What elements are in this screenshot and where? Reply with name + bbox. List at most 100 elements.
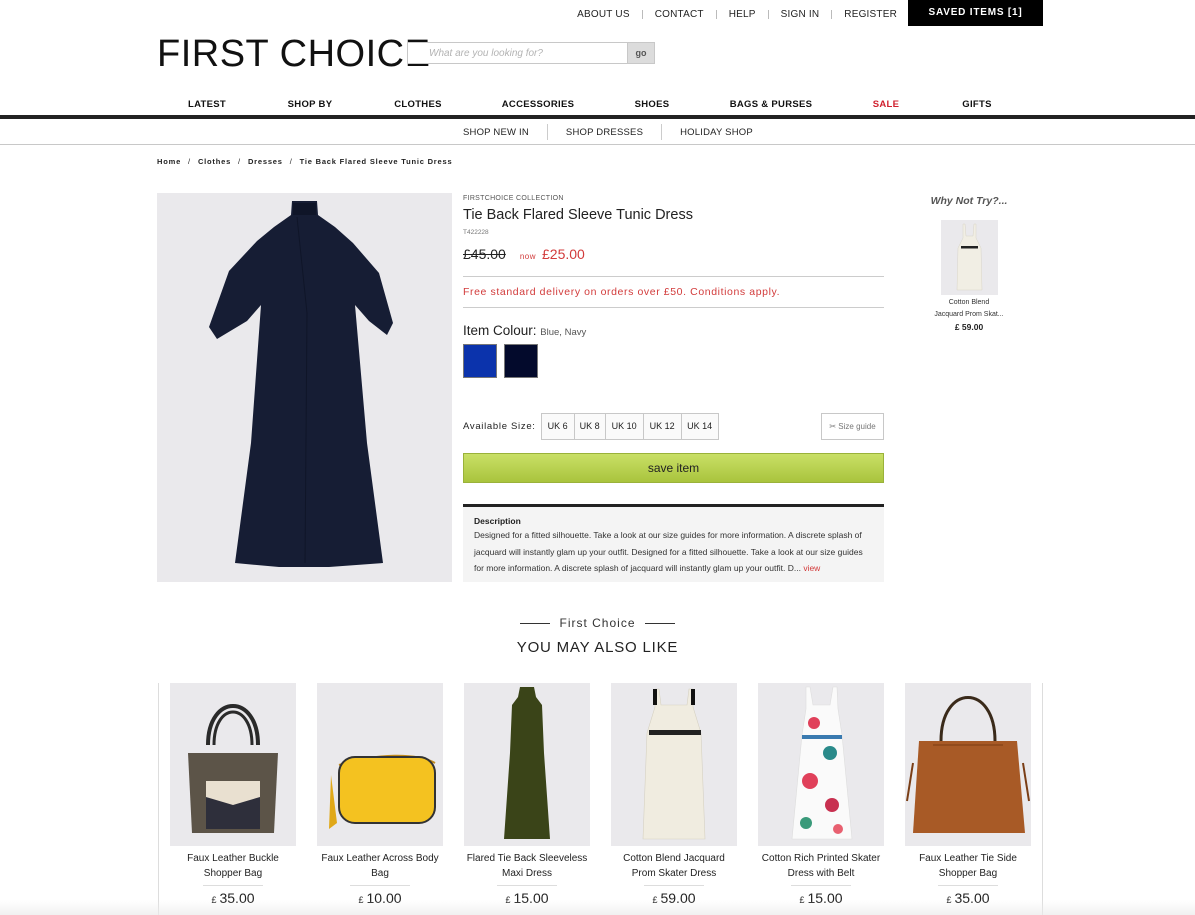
decorative-line <box>520 623 551 625</box>
why-not-try-name[interactable]: Cotton Blend Jacquard Prom Skat... <box>915 297 1023 321</box>
saved-items-button[interactable]: SAVED ITEMS [1] <box>908 0 1043 26</box>
product-sku: T422228 <box>463 229 489 236</box>
delivery-message[interactable]: Free standard delivery on orders over £5… <box>463 277 884 307</box>
size-uk-6[interactable]: UK 6 <box>540 413 575 440</box>
product-card-name: Faux Leather Across Body Bag <box>321 853 439 879</box>
why-not-try: Why Not Try?... Cotton Blend Jacquard Pr… <box>915 195 1023 332</box>
ruler-icon: ✂ <box>829 422 837 431</box>
why-not-try-price: £ 59.00 <box>954 322 984 332</box>
breadcrumb-separator: / <box>188 157 191 166</box>
now-label: now <box>519 252 537 261</box>
sign-in-link[interactable]: SIGN IN <box>781 9 820 20</box>
why-not-try-heading: Why Not Try?... <box>930 195 1008 207</box>
divider <box>644 885 704 886</box>
divider <box>715 10 717 19</box>
swatch-navy[interactable] <box>504 344 538 378</box>
divider <box>831 10 833 19</box>
subnav-shop-dresses[interactable]: SHOP DRESSES <box>548 127 661 138</box>
product-card-image <box>464 683 590 846</box>
divider <box>497 885 557 886</box>
product-card-name: Flared Tie Back Sleeveless Maxi Dress <box>466 853 588 879</box>
product-card-image <box>317 683 443 846</box>
size-uk-8[interactable]: UK 8 <box>573 413 606 440</box>
description-view-link[interactable]: view <box>803 563 820 573</box>
product-card[interactable]: Faux Leather Across Body Bag £10.00 <box>317 683 443 906</box>
search-input[interactable] <box>407 42 628 64</box>
size-row: Available Size: UK 6 UK 8 UK 10 UK 12 UK… <box>463 413 884 440</box>
colour-swatches <box>463 344 884 378</box>
bottom-fade <box>0 900 1195 915</box>
product-card-image <box>905 683 1031 846</box>
nav-sale[interactable]: SALE <box>873 99 900 110</box>
sub-nav: SHOP NEW IN SHOP DRESSES HOLIDAY SHOP <box>0 118 1195 145</box>
description-text: Designed for a fitted silhouette. Take a… <box>474 527 873 577</box>
size-options: UK 6 UK 8 UK 10 UK 12 UK 14 <box>540 413 719 440</box>
why-not-try-name-line2: Jacquard Prom Skat... <box>934 311 1004 318</box>
divider <box>791 885 851 886</box>
divider <box>463 307 884 308</box>
prom-dress-thumb <box>956 223 982 291</box>
nav-latest[interactable]: LATEST <box>188 99 226 110</box>
product-card-image <box>170 683 296 846</box>
product-info: FIRSTCHOICE COLLECTION Tie Back Flared S… <box>463 193 884 483</box>
dress-image <box>209 201 393 567</box>
also-like-kicker: First Choice <box>0 616 1195 630</box>
was-price: £45.00 <box>463 246 506 262</box>
search-go-button[interactable]: go <box>628 42 655 64</box>
product-card-image <box>611 683 737 846</box>
site-logo[interactable]: FIRST CHOICE <box>157 33 430 76</box>
also-like-kicker-text: First Choice <box>559 616 636 630</box>
price-block: £45.00 now £25.00 <box>463 246 884 268</box>
product-card[interactable]: Faux Leather Buckle Shopper Bag £35.00 <box>170 683 296 906</box>
nav-clothes[interactable]: CLOTHES <box>394 99 442 110</box>
about-us-link[interactable]: ABOUT US <box>577 9 630 20</box>
description-title: Description <box>474 516 521 526</box>
size-uk-14[interactable]: UK 14 <box>680 413 719 440</box>
product-card[interactable]: Cotton Rich Printed Skater Dress with Be… <box>758 683 884 906</box>
save-item-button[interactable]: save item <box>463 453 884 483</box>
description-panel: Description Designed for a fitted silhou… <box>463 504 884 582</box>
subnav-shop-new-in[interactable]: SHOP NEW IN <box>445 127 547 138</box>
divider <box>767 10 769 19</box>
subnav-holiday-shop[interactable]: HOLIDAY SHOP <box>662 127 771 138</box>
product-card-name: Faux Leather Tie Side Shopper Bag <box>919 853 1017 879</box>
nav-bags-purses[interactable]: BAGS & PURSES <box>730 99 813 110</box>
nav-shop-by[interactable]: SHOP BY <box>288 99 333 110</box>
product-image[interactable] <box>157 193 452 582</box>
divider <box>641 10 643 19</box>
nav-gifts[interactable]: GIFTS <box>962 99 991 110</box>
register-link[interactable]: REGISTER <box>844 9 897 20</box>
help-link[interactable]: HELP <box>729 9 756 20</box>
divider <box>350 885 410 886</box>
also-like-carousel: Faux Leather Buckle Shopper Bag £35.00 F… <box>158 683 1043 915</box>
why-not-try-name-line1: Cotton Blend <box>948 299 990 306</box>
breadcrumb-current: Tie Back Flared Sleeve Tunic Dress <box>299 157 453 166</box>
size-guide-button[interactable]: ✂ Size guide <box>821 413 884 440</box>
contact-link[interactable]: CONTACT <box>655 9 704 20</box>
divider <box>203 885 263 886</box>
size-uk-10[interactable]: UK 10 <box>604 413 644 440</box>
colour-row: Item Colour: Blue, Navy <box>463 323 884 338</box>
size-label: Available Size: <box>463 421 536 432</box>
breadcrumb-home[interactable]: Home <box>157 157 181 166</box>
breadcrumb-clothes[interactable]: Clothes <box>198 157 231 166</box>
utility-bar: ABOUT US CONTACT HELP SIGN IN REGISTER S… <box>0 0 1195 27</box>
product-card[interactable]: Faux Leather Tie Side Shopper Bag £35.00 <box>905 683 1031 906</box>
main-nav: LATEST SHOP BY CLOTHES ACCESSORIES SHOES… <box>0 97 1195 118</box>
product-card-name: Cotton Blend Jacquard Prom Skater Dress <box>623 853 725 879</box>
colour-label: Item Colour: <box>463 323 537 338</box>
product-card-name: Cotton Rich Printed Skater Dress with Be… <box>761 853 881 879</box>
product-card[interactable]: Cotton Blend Jacquard Prom Skater Dress … <box>611 683 737 906</box>
why-not-try-image[interactable] <box>940 220 998 295</box>
size-uk-12[interactable]: UK 12 <box>642 413 682 440</box>
product-card-image <box>758 683 884 846</box>
breadcrumb-dresses[interactable]: Dresses <box>248 157 283 166</box>
breadcrumb: Home / Clothes / Dresses / Tie Back Flar… <box>157 157 452 166</box>
product-card[interactable]: Flared Tie Back Sleeveless Maxi Dress £1… <box>464 683 590 906</box>
nav-shoes[interactable]: SHOES <box>635 99 670 110</box>
swatch-blue[interactable] <box>463 344 497 378</box>
nav-accessories[interactable]: ACCESSORIES <box>502 99 574 110</box>
product-title: Tie Back Flared Sleeve Tunic Dress <box>463 207 693 223</box>
product-card-name: Faux Leather Buckle Shopper Bag <box>187 853 279 879</box>
decorative-line <box>644 623 675 625</box>
